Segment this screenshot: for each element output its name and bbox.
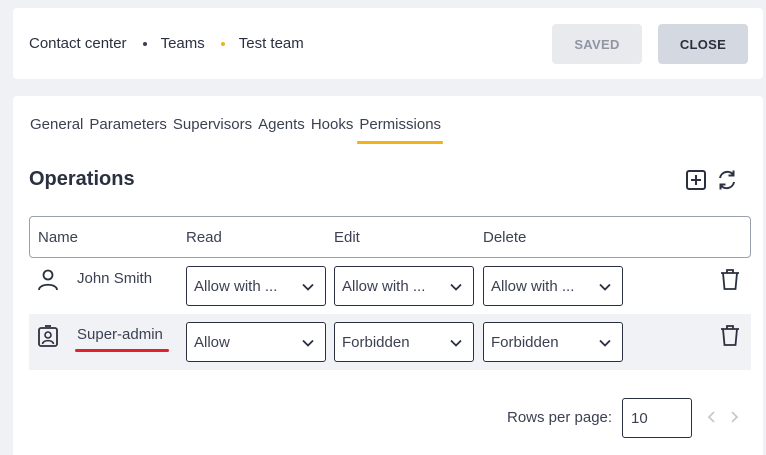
close-button[interactable]: CLOSE xyxy=(658,24,748,64)
chevron-down-icon xyxy=(302,339,314,347)
trash-icon[interactable] xyxy=(719,324,741,348)
rows-per-page-input[interactable]: 10 xyxy=(622,398,692,438)
breadcrumb-teams[interactable]: Teams xyxy=(161,35,205,52)
delete-permission-select[interactable]: Allow with ... xyxy=(483,266,623,306)
row-name-text: Super-admin xyxy=(77,326,163,343)
refresh-icon xyxy=(719,170,735,190)
column-header-edit[interactable]: Edit xyxy=(334,229,360,246)
section-title: Operations xyxy=(29,168,135,190)
rows-per-page-label: Rows per page: xyxy=(507,409,613,426)
chevron-down-icon xyxy=(599,339,611,347)
row-name: Super-admin xyxy=(75,326,169,352)
chevron-down-icon xyxy=(450,339,462,347)
select-value: Allow xyxy=(194,333,230,351)
select-value: Allow with ... xyxy=(194,277,278,295)
column-header-delete[interactable]: Delete xyxy=(483,229,526,246)
chevron-right-icon[interactable] xyxy=(727,409,741,425)
select-value: Forbidden xyxy=(491,333,559,351)
main-panel: General Parameters Supervisors Agents Ho… xyxy=(13,96,763,455)
saved-button[interactable]: SAVED xyxy=(552,24,642,64)
role-badge-icon xyxy=(38,325,58,347)
add-operation-button[interactable] xyxy=(684,168,708,192)
read-permission-select[interactable]: Allow xyxy=(186,322,326,362)
read-permission-select[interactable]: Allow with ... xyxy=(186,266,326,306)
table-row: John Smith Allow with ... Allow with ...… xyxy=(29,258,751,314)
chevron-down-icon xyxy=(599,283,611,291)
trash-icon[interactable] xyxy=(719,268,741,292)
red-annotation-underline xyxy=(75,349,169,352)
chevron-left-icon[interactable] xyxy=(705,409,719,425)
select-value: Allow with ... xyxy=(342,277,426,295)
tab-general[interactable]: General xyxy=(30,114,83,144)
table-header: Name Read Edit Delete xyxy=(29,216,751,258)
column-header-name[interactable]: Name xyxy=(38,229,78,246)
top-bar: Contact center Teams Test team SAVED CLO… xyxy=(13,8,763,79)
column-header-read[interactable]: Read xyxy=(186,229,222,246)
breadcrumb-test-team: Test team xyxy=(238,35,304,52)
edit-permission-select[interactable]: Forbidden xyxy=(334,322,474,362)
refresh-button[interactable] xyxy=(715,168,739,192)
tab-parameters[interactable]: Parameters xyxy=(89,114,167,144)
tab-permissions[interactable]: Permissions xyxy=(357,114,443,144)
chevron-down-icon xyxy=(450,283,462,291)
tab-hooks[interactable]: Hooks xyxy=(311,114,354,144)
row-name: John Smith xyxy=(77,270,153,287)
chevron-down-icon xyxy=(302,283,314,291)
edit-permission-select[interactable]: Allow with ... xyxy=(334,266,474,306)
user-icon xyxy=(38,269,58,291)
breadcrumb: Contact center Teams Test team xyxy=(29,8,304,79)
table-row: Super-admin Allow Forbidden Forbidden xyxy=(29,314,751,370)
plus-box-icon xyxy=(686,170,706,190)
tab-agents[interactable]: Agents xyxy=(258,114,305,144)
breadcrumb-separator-active xyxy=(220,41,225,46)
tab-supervisors[interactable]: Supervisors xyxy=(173,114,252,144)
delete-permission-select[interactable]: Forbidden xyxy=(483,322,623,362)
select-value: Forbidden xyxy=(342,333,410,351)
select-value: Allow with ... xyxy=(491,277,575,295)
tab-bar: General Parameters Supervisors Agents Ho… xyxy=(30,114,447,144)
breadcrumb-contact-center[interactable]: Contact center xyxy=(29,35,127,52)
breadcrumb-separator xyxy=(142,41,147,46)
